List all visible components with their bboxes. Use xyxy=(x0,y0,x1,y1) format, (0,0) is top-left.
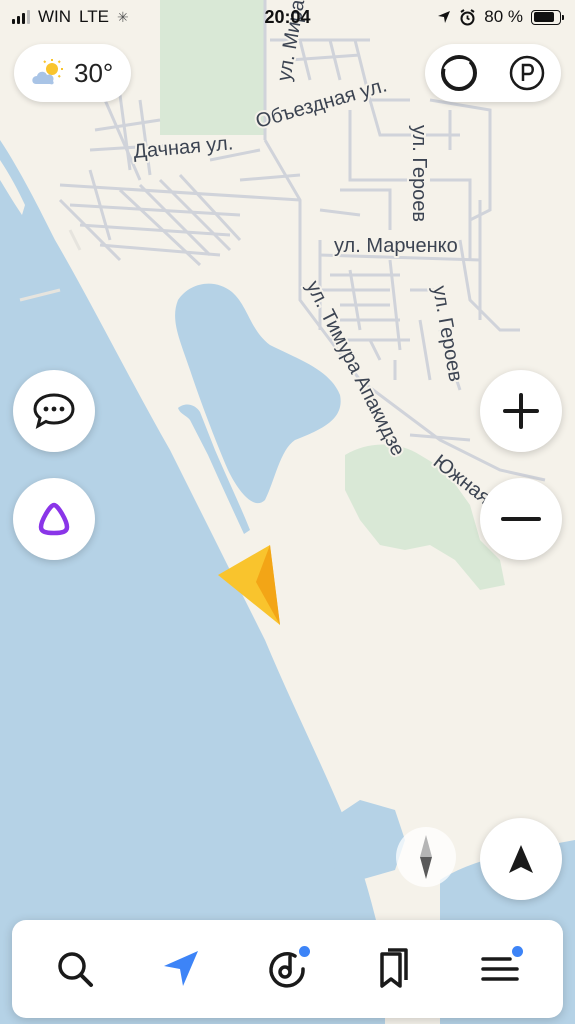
chat-button[interactable] xyxy=(13,370,95,452)
minus-icon xyxy=(501,517,541,521)
network-type: LTE xyxy=(79,7,109,26)
status-left: WIN LTE ✳ xyxy=(12,7,129,27)
notification-dot xyxy=(511,946,523,957)
compass-icon xyxy=(420,835,432,879)
parking-button[interactable] xyxy=(505,51,549,95)
partly-sunny-icon xyxy=(32,59,63,85)
location-services-icon xyxy=(438,11,451,23)
compass-button[interactable] xyxy=(396,827,456,887)
street-label-geroev-1: ул. Героев xyxy=(408,125,430,222)
alice-profile-button[interactable] xyxy=(437,51,481,95)
chat-bubble-icon xyxy=(33,393,75,430)
navigator-icon xyxy=(164,951,199,986)
weather-temperature: 30° xyxy=(74,57,114,88)
zoom-out-button[interactable] xyxy=(480,478,562,560)
battery-icon xyxy=(531,9,564,25)
signal-strength-icon xyxy=(12,10,30,24)
locate-me-button[interactable] xyxy=(480,818,562,900)
carrier-name: WIN xyxy=(38,7,72,26)
navigation-arrow-icon xyxy=(509,845,533,873)
parking-icon xyxy=(509,55,545,91)
status-time: 20:04 xyxy=(264,6,311,27)
zoom-in-button[interactable] xyxy=(480,370,562,452)
weather-widget[interactable]: 30° xyxy=(14,44,132,102)
street-label-marchenko: ул. Марченко xyxy=(334,235,458,257)
bookmarks-icon xyxy=(379,948,408,988)
menu-icon xyxy=(481,957,519,981)
music-button[interactable] xyxy=(252,934,322,1004)
alice-profile-icon xyxy=(441,55,477,91)
top-right-controls xyxy=(425,44,561,102)
plus-icon xyxy=(503,393,539,429)
search-button[interactable] xyxy=(40,934,110,1004)
alarm-icon xyxy=(460,8,475,25)
bookmarks-button[interactable] xyxy=(359,934,429,1004)
navigator-button[interactable] xyxy=(146,934,216,1004)
search-icon xyxy=(58,952,94,987)
alice-assistant-button[interactable] xyxy=(13,478,95,560)
loading-spinner-icon: ✳ xyxy=(116,8,129,25)
bottom-navigation xyxy=(12,920,563,1018)
status-bar: WIN LTE ✳ 20:04 80 % xyxy=(0,0,575,34)
status-right: 80 % xyxy=(437,7,564,27)
menu-button[interactable] xyxy=(465,934,535,1004)
battery-percent: 80 % xyxy=(484,7,523,26)
alice-assistant-icon xyxy=(38,502,70,536)
battery-level xyxy=(533,12,554,22)
